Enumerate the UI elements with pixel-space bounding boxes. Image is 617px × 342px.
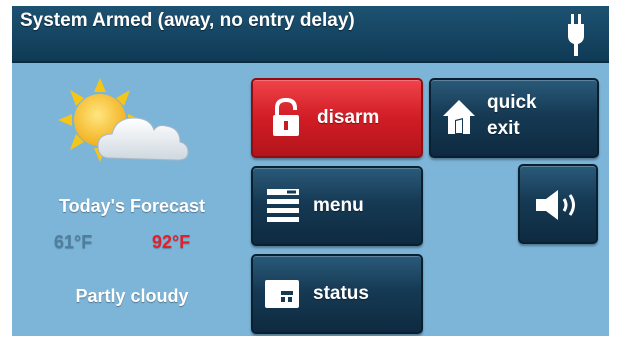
- house-exit-icon: [443, 100, 475, 134]
- status-label: status: [313, 283, 369, 304]
- plug-icon: [568, 14, 584, 56]
- partly-cloudy-icon: [58, 78, 189, 162]
- keypad-screen: System Armed (away, no entry delay) Toda…: [12, 6, 609, 336]
- menu-list-icon: [267, 189, 299, 222]
- temp-low: 61°F: [54, 232, 93, 252]
- status-bar: System Armed (away, no entry delay): [12, 6, 609, 63]
- status-button[interactable]: status: [251, 254, 423, 334]
- volume-button[interactable]: [518, 164, 598, 244]
- quick-exit-button[interactable]: quick exit: [429, 78, 599, 158]
- status-panel-icon: [265, 280, 299, 308]
- forecast-title: Today's Forecast: [59, 196, 205, 216]
- quick-exit-label-line1: quick: [487, 92, 537, 113]
- unlock-icon: [273, 98, 299, 136]
- disarm-button[interactable]: disarm: [251, 78, 423, 158]
- weather-condition: Partly cloudy: [75, 286, 189, 306]
- quick-exit-label-line2: exit: [487, 118, 520, 139]
- speaker-volume-icon: [536, 190, 575, 220]
- menu-label: menu: [313, 195, 364, 216]
- temp-high: 92°F: [152, 232, 191, 252]
- menu-button[interactable]: menu: [251, 166, 423, 246]
- disarm-label: disarm: [317, 107, 380, 128]
- arm-status-text: System Armed (away, no entry delay): [20, 10, 355, 31]
